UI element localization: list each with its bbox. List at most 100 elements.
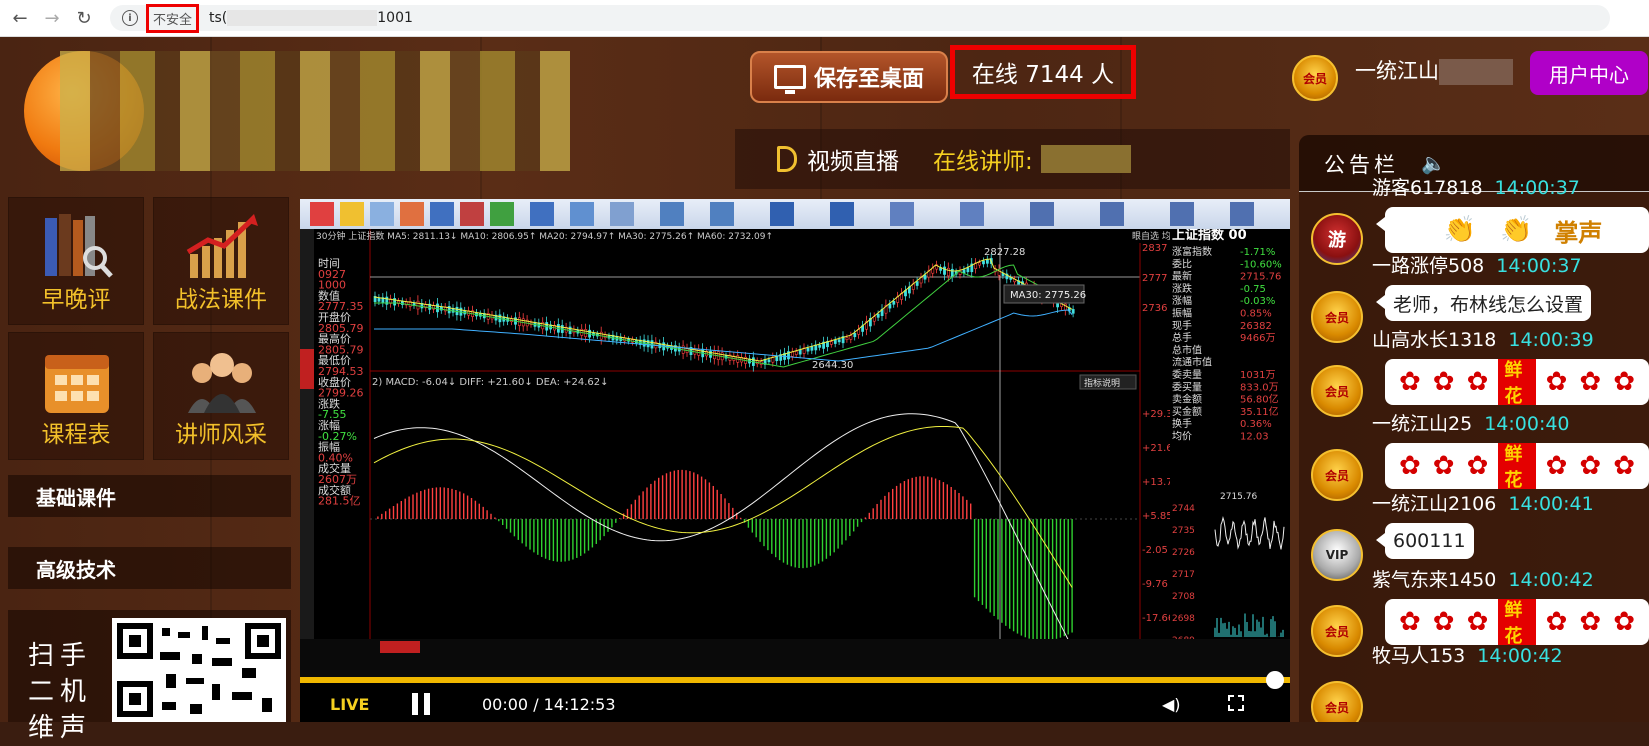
flower-word: 鲜花 xyxy=(1498,359,1536,405)
rose-icon: ✿ xyxy=(1613,451,1635,481)
rose-icon: ✿ xyxy=(1432,367,1455,397)
panel-value: -1.71% xyxy=(1240,247,1275,258)
back-icon[interactable]: ← xyxy=(8,6,32,30)
people-icon xyxy=(188,353,256,413)
qr-panel: 扫手二机维声 xyxy=(8,610,291,743)
logo-redaction xyxy=(60,51,570,171)
candlestick-body xyxy=(962,269,966,274)
video-progress-bar[interactable] xyxy=(300,677,1290,683)
panel-value: 2715.76 xyxy=(1240,272,1281,283)
candlestick-body xyxy=(853,333,857,338)
video-title: 视频直播 xyxy=(807,149,899,175)
pause-icon[interactable] xyxy=(412,693,432,715)
chat-message-author: 一路涨停508 14:00:37 xyxy=(1372,251,1582,278)
toolbar-icon xyxy=(660,202,684,226)
flower-word: 鲜花 xyxy=(1498,443,1536,489)
menu-advanced-technique[interactable]: 高级技术 xyxy=(8,547,291,589)
toolbar-icon xyxy=(830,202,854,226)
tile-course-schedule[interactable]: 课程表 xyxy=(8,332,144,460)
toolbar-icon xyxy=(1170,202,1194,226)
save-to-desktop-button[interactable]: 保存至桌面 xyxy=(750,51,948,103)
chat-author-name: 游客617818 xyxy=(1372,177,1483,199)
chat-message-text: 老师，布林线怎么设置 xyxy=(1393,293,1584,316)
panel-label: 振幅 xyxy=(1172,307,1192,320)
current-user: 一统江山 xyxy=(1355,55,1513,85)
teacher-name-redaction xyxy=(1040,145,1131,173)
tile-morning-evening-review[interactable]: 早晚评 xyxy=(8,197,144,325)
panel-value: 9466万 xyxy=(1240,333,1275,344)
ma-tooltip: MA30: 2775.26 xyxy=(1010,290,1086,301)
candlestick-body xyxy=(775,356,779,362)
indicator-button: 指标说明 xyxy=(1084,377,1120,389)
panel-value: 26382 xyxy=(1240,321,1272,332)
chat-author-name: 一路涨停508 xyxy=(1372,255,1485,277)
video-controls: LIVE 00:00 / 14:12:53 ◀) xyxy=(300,685,1290,722)
mini-axis-label: 2698 xyxy=(1172,614,1195,624)
member-badge-icon: 游 xyxy=(1311,213,1363,265)
speaker-icon[interactable]: 🔈 xyxy=(1421,151,1446,175)
chat-message-bubble: 👏 👏 掌声 xyxy=(1376,207,1649,253)
chat-message-bubble: ✿ ✿ ✿ 鲜花 ✿ ✿ ✿ xyxy=(1385,599,1649,645)
candlestick-body xyxy=(892,301,896,305)
url-text: ts(1001 xyxy=(209,10,413,26)
chart-software-toolbar xyxy=(300,199,1290,229)
rose-icon: ✿ xyxy=(1466,607,1489,637)
mini-axis-label: 2717 xyxy=(1172,570,1195,580)
member-badge-icon: 会员 xyxy=(1311,681,1363,722)
axis-tick-label: -2.05 xyxy=(1142,545,1168,556)
candlestick-body xyxy=(915,281,919,286)
panel-label: 涨富指数 xyxy=(1172,245,1212,258)
chat-author-name: 一统江山2106 xyxy=(1372,493,1497,515)
fullscreen-icon[interactable] xyxy=(1228,695,1244,711)
video-player[interactable]: 时间 0927 1000 数值 2777.35 开盘价 2805.79 最高价 2805.79 最… xyxy=(300,199,1290,722)
page-body: 保存至桌面 在线 7144 人 会员 一统江山 用户中心 视频直播 在线讲师: … xyxy=(0,37,1649,743)
info-icon[interactable]: i xyxy=(122,10,138,26)
panel-value: 0.36% xyxy=(1240,419,1272,430)
forward-icon[interactable]: → xyxy=(40,6,64,30)
tile-tactics-courseware[interactable]: 战法课件 xyxy=(153,197,289,325)
panel-value: 833.0万 xyxy=(1240,382,1279,393)
candlestick-body xyxy=(794,351,798,355)
rose-icon: ✿ xyxy=(1579,367,1602,397)
toolbar-icon xyxy=(530,202,554,226)
member-badge-icon: 会员 xyxy=(1311,605,1363,657)
volume-icon[interactable]: ◀) xyxy=(1162,695,1181,714)
rose-icon: ✿ xyxy=(1399,451,1421,481)
toolbar-icon xyxy=(490,202,514,226)
rose-icon: ✿ xyxy=(1399,367,1421,397)
menu-basic-courseware[interactable]: 基础课件 xyxy=(8,475,291,517)
candlestick-body xyxy=(946,267,950,277)
teacher-label: 在线讲师: xyxy=(933,149,1033,175)
tile-teacher-profiles[interactable]: 讲师风采 xyxy=(153,332,289,460)
rose-icon: ✿ xyxy=(1545,451,1568,481)
panel-value: 35.11亿 xyxy=(1240,405,1279,418)
candlestick-body xyxy=(829,341,833,345)
video-header: 视频直播 在线讲师: xyxy=(735,129,1290,189)
panel-label: 委比 xyxy=(1172,257,1192,270)
chat-author-name: 一统江山25 xyxy=(1372,413,1473,435)
panel-label: 涨跌 xyxy=(1172,282,1192,295)
panel-label: 总市值 xyxy=(1172,343,1202,356)
chat-message-author: 一统江山25 14:00:40 xyxy=(1372,409,1570,436)
chat-message-time: 14:00:37 xyxy=(1494,177,1580,199)
rose-icon: ✿ xyxy=(1613,367,1635,397)
reload-icon[interactable]: ↻ xyxy=(72,6,96,30)
browser-toolbar: ← → ↻ i 不安全 ts(1001 xyxy=(0,0,1649,37)
toolbar-icon xyxy=(310,202,334,226)
rose-icon: ✿ xyxy=(1545,607,1568,637)
rose-icon: ✿ xyxy=(1579,607,1602,637)
books-icon xyxy=(45,214,113,278)
clap-icon: 👏 xyxy=(1443,215,1476,245)
flower-word: 鲜花 xyxy=(1498,599,1536,645)
candlestick-body xyxy=(810,346,814,351)
axis-tick-label: 2837 xyxy=(1142,243,1167,254)
address-bar[interactable]: i 不安全 ts(1001 xyxy=(110,3,1610,33)
candlestick-body xyxy=(978,262,982,266)
url-suffix: 1001 xyxy=(377,10,413,26)
candlestick-body xyxy=(837,339,841,343)
url-redaction xyxy=(227,10,378,26)
user-center-button[interactable]: 用户中心 xyxy=(1530,51,1648,95)
panel-value: -10.60% xyxy=(1240,259,1282,270)
panel-label: 涨幅 xyxy=(1172,294,1192,307)
candlestick-body xyxy=(767,359,771,363)
